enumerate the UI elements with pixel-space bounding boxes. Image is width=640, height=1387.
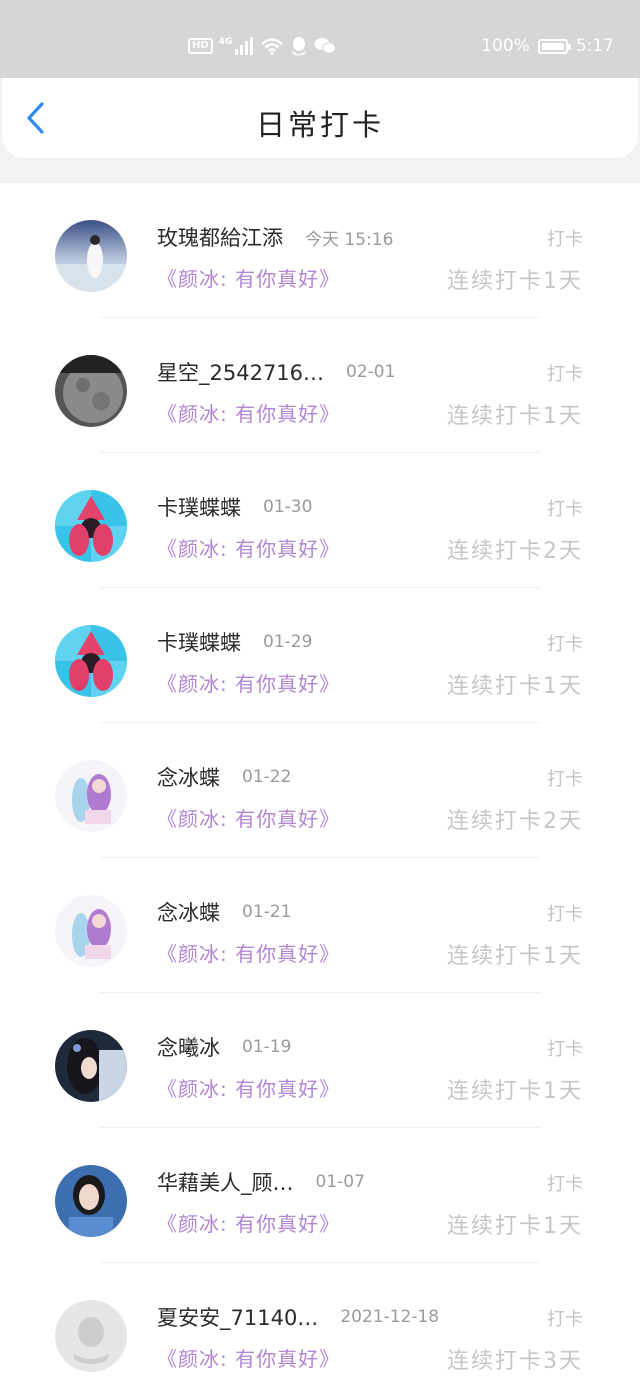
avatar[interactable] <box>55 760 127 832</box>
clock-time: 5:17 <box>575 36 614 56</box>
checkin-time: 01-29 <box>263 632 313 652</box>
user-name[interactable]: 卡璞蝶蝶 <box>157 627 241 657</box>
streak-label: 连续打卡3天 <box>447 1349 583 1374</box>
network-type-label: 4G <box>218 37 233 47</box>
status-icons-left: HD 4G <box>188 34 337 58</box>
streak-label: 连续打卡1天 <box>447 269 583 294</box>
checkin-time: 01-30 <box>263 497 313 517</box>
status-bar: HD 4G 100% 5:17 <box>0 0 640 78</box>
checkin-time: 01-07 <box>315 1172 365 1192</box>
book-title[interactable]: 《颜冰: 有你真好》 <box>157 533 340 562</box>
user-name[interactable]: 念曦冰 <box>157 1032 220 1062</box>
streak-label: 连续打卡1天 <box>447 944 583 969</box>
book-title[interactable]: 《颜冰: 有你真好》 <box>157 938 340 967</box>
list-item[interactable]: 念冰蝶 01-21 打卡 《颜冰: 有你真好》 连续打卡1天 <box>0 858 640 993</box>
list-item[interactable]: 玫瑰都給江添 今天 15:16 打卡 《颜冰: 有你真好》 连续打卡1天 <box>0 183 640 318</box>
user-name[interactable]: 华藉美人_顾… <box>157 1167 294 1197</box>
streak-label: 连续打卡1天 <box>447 1214 583 1239</box>
book-title[interactable]: 《颜冰: 有你真好》 <box>157 263 340 292</box>
book-title[interactable]: 《颜冰: 有你真好》 <box>157 1208 340 1237</box>
list-item[interactable]: 卡璞蝶蝶 01-29 打卡 《颜冰: 有你真好》 连续打卡1天 <box>0 588 640 723</box>
signal-icon <box>234 37 254 55</box>
checkin-label: 打卡 <box>547 1309 583 1330</box>
checkin-label: 打卡 <box>547 634 583 655</box>
hd-icon: HD <box>188 38 213 54</box>
checkin-label: 打卡 <box>547 229 583 250</box>
battery-charging-icon <box>537 38 571 54</box>
avatar[interactable] <box>55 490 127 562</box>
list-item[interactable]: 念冰蝶 01-22 打卡 《颜冰: 有你真好》 连续打卡2天 <box>0 723 640 858</box>
user-name[interactable]: 卡璞蝶蝶 <box>157 492 241 522</box>
avatar[interactable] <box>55 355 127 427</box>
user-name[interactable]: 念冰蝶 <box>157 762 220 792</box>
streak-label: 连续打卡1天 <box>447 404 583 429</box>
header-bar: 日常打卡 <box>2 78 638 158</box>
list-item[interactable]: 卡璞蝶蝶 01-30 打卡 《颜冰: 有你真好》 连续打卡2天 <box>0 453 640 588</box>
streak-label: 连续打卡2天 <box>447 809 583 834</box>
avatar[interactable] <box>55 220 127 292</box>
avatar[interactable] <box>55 1300 127 1372</box>
streak-label: 连续打卡2天 <box>447 539 583 564</box>
book-title[interactable]: 《颜冰: 有你真好》 <box>157 668 340 697</box>
user-name[interactable]: 夏安安_71140… <box>157 1302 318 1332</box>
checkin-label: 打卡 <box>547 1039 583 1060</box>
list-item[interactable]: 华藉美人_顾… 01-07 打卡 《颜冰: 有你真好》 连续打卡1天 <box>0 1128 640 1263</box>
user-name[interactable]: 玫瑰都給江添 <box>157 222 283 252</box>
list-item[interactable]: 星空_2542716… 02-01 打卡 《颜冰: 有你真好》 连续打卡1天 <box>0 318 640 453</box>
avatar[interactable] <box>55 1165 127 1237</box>
page-title: 日常打卡 <box>255 108 384 142</box>
book-title[interactable]: 《颜冰: 有你真好》 <box>157 803 340 832</box>
checkin-time: 今天 15:16 <box>305 229 394 250</box>
checkin-label: 打卡 <box>547 364 583 385</box>
list-item[interactable]: 夏安安_71140… 2021-12-18 打卡 《颜冰: 有你真好》 连续打卡… <box>0 1263 640 1387</box>
checkin-time: 02-01 <box>346 362 396 382</box>
checkin-time: 01-21 <box>242 902 292 922</box>
book-title[interactable]: 《颜冰: 有你真好》 <box>157 1073 340 1102</box>
user-name[interactable]: 念冰蝶 <box>157 897 220 927</box>
battery-percent: 100% <box>481 36 530 56</box>
book-title[interactable]: 《颜冰: 有你真好》 <box>157 398 340 427</box>
list-item[interactable]: 念曦冰 01-19 打卡 《颜冰: 有你真好》 连续打卡1天 <box>0 993 640 1128</box>
qq-icon <box>290 36 308 56</box>
wechat-icon <box>314 37 337 55</box>
streak-label: 连续打卡1天 <box>447 1079 583 1104</box>
checkin-time: 01-22 <box>242 767 292 787</box>
status-icons-right: 100% 5:17 <box>481 34 614 58</box>
avatar[interactable] <box>55 1030 127 1102</box>
avatar[interactable] <box>55 625 127 697</box>
checkin-label: 打卡 <box>547 1174 583 1195</box>
checkin-list[interactable]: 玫瑰都給江添 今天 15:16 打卡 《颜冰: 有你真好》 连续打卡1天 星空_… <box>0 183 640 1387</box>
wifi-icon <box>260 37 284 55</box>
checkin-time: 01-19 <box>242 1037 292 1057</box>
checkin-label: 打卡 <box>547 769 583 790</box>
checkin-label: 打卡 <box>547 499 583 520</box>
checkin-time: 2021-12-18 <box>340 1307 440 1327</box>
checkin-label: 打卡 <box>547 904 583 925</box>
avatar[interactable] <box>55 895 127 967</box>
streak-label: 连续打卡1天 <box>447 674 583 699</box>
user-name[interactable]: 星空_2542716… <box>157 357 324 387</box>
book-title[interactable]: 《颜冰: 有你真好》 <box>157 1343 340 1372</box>
